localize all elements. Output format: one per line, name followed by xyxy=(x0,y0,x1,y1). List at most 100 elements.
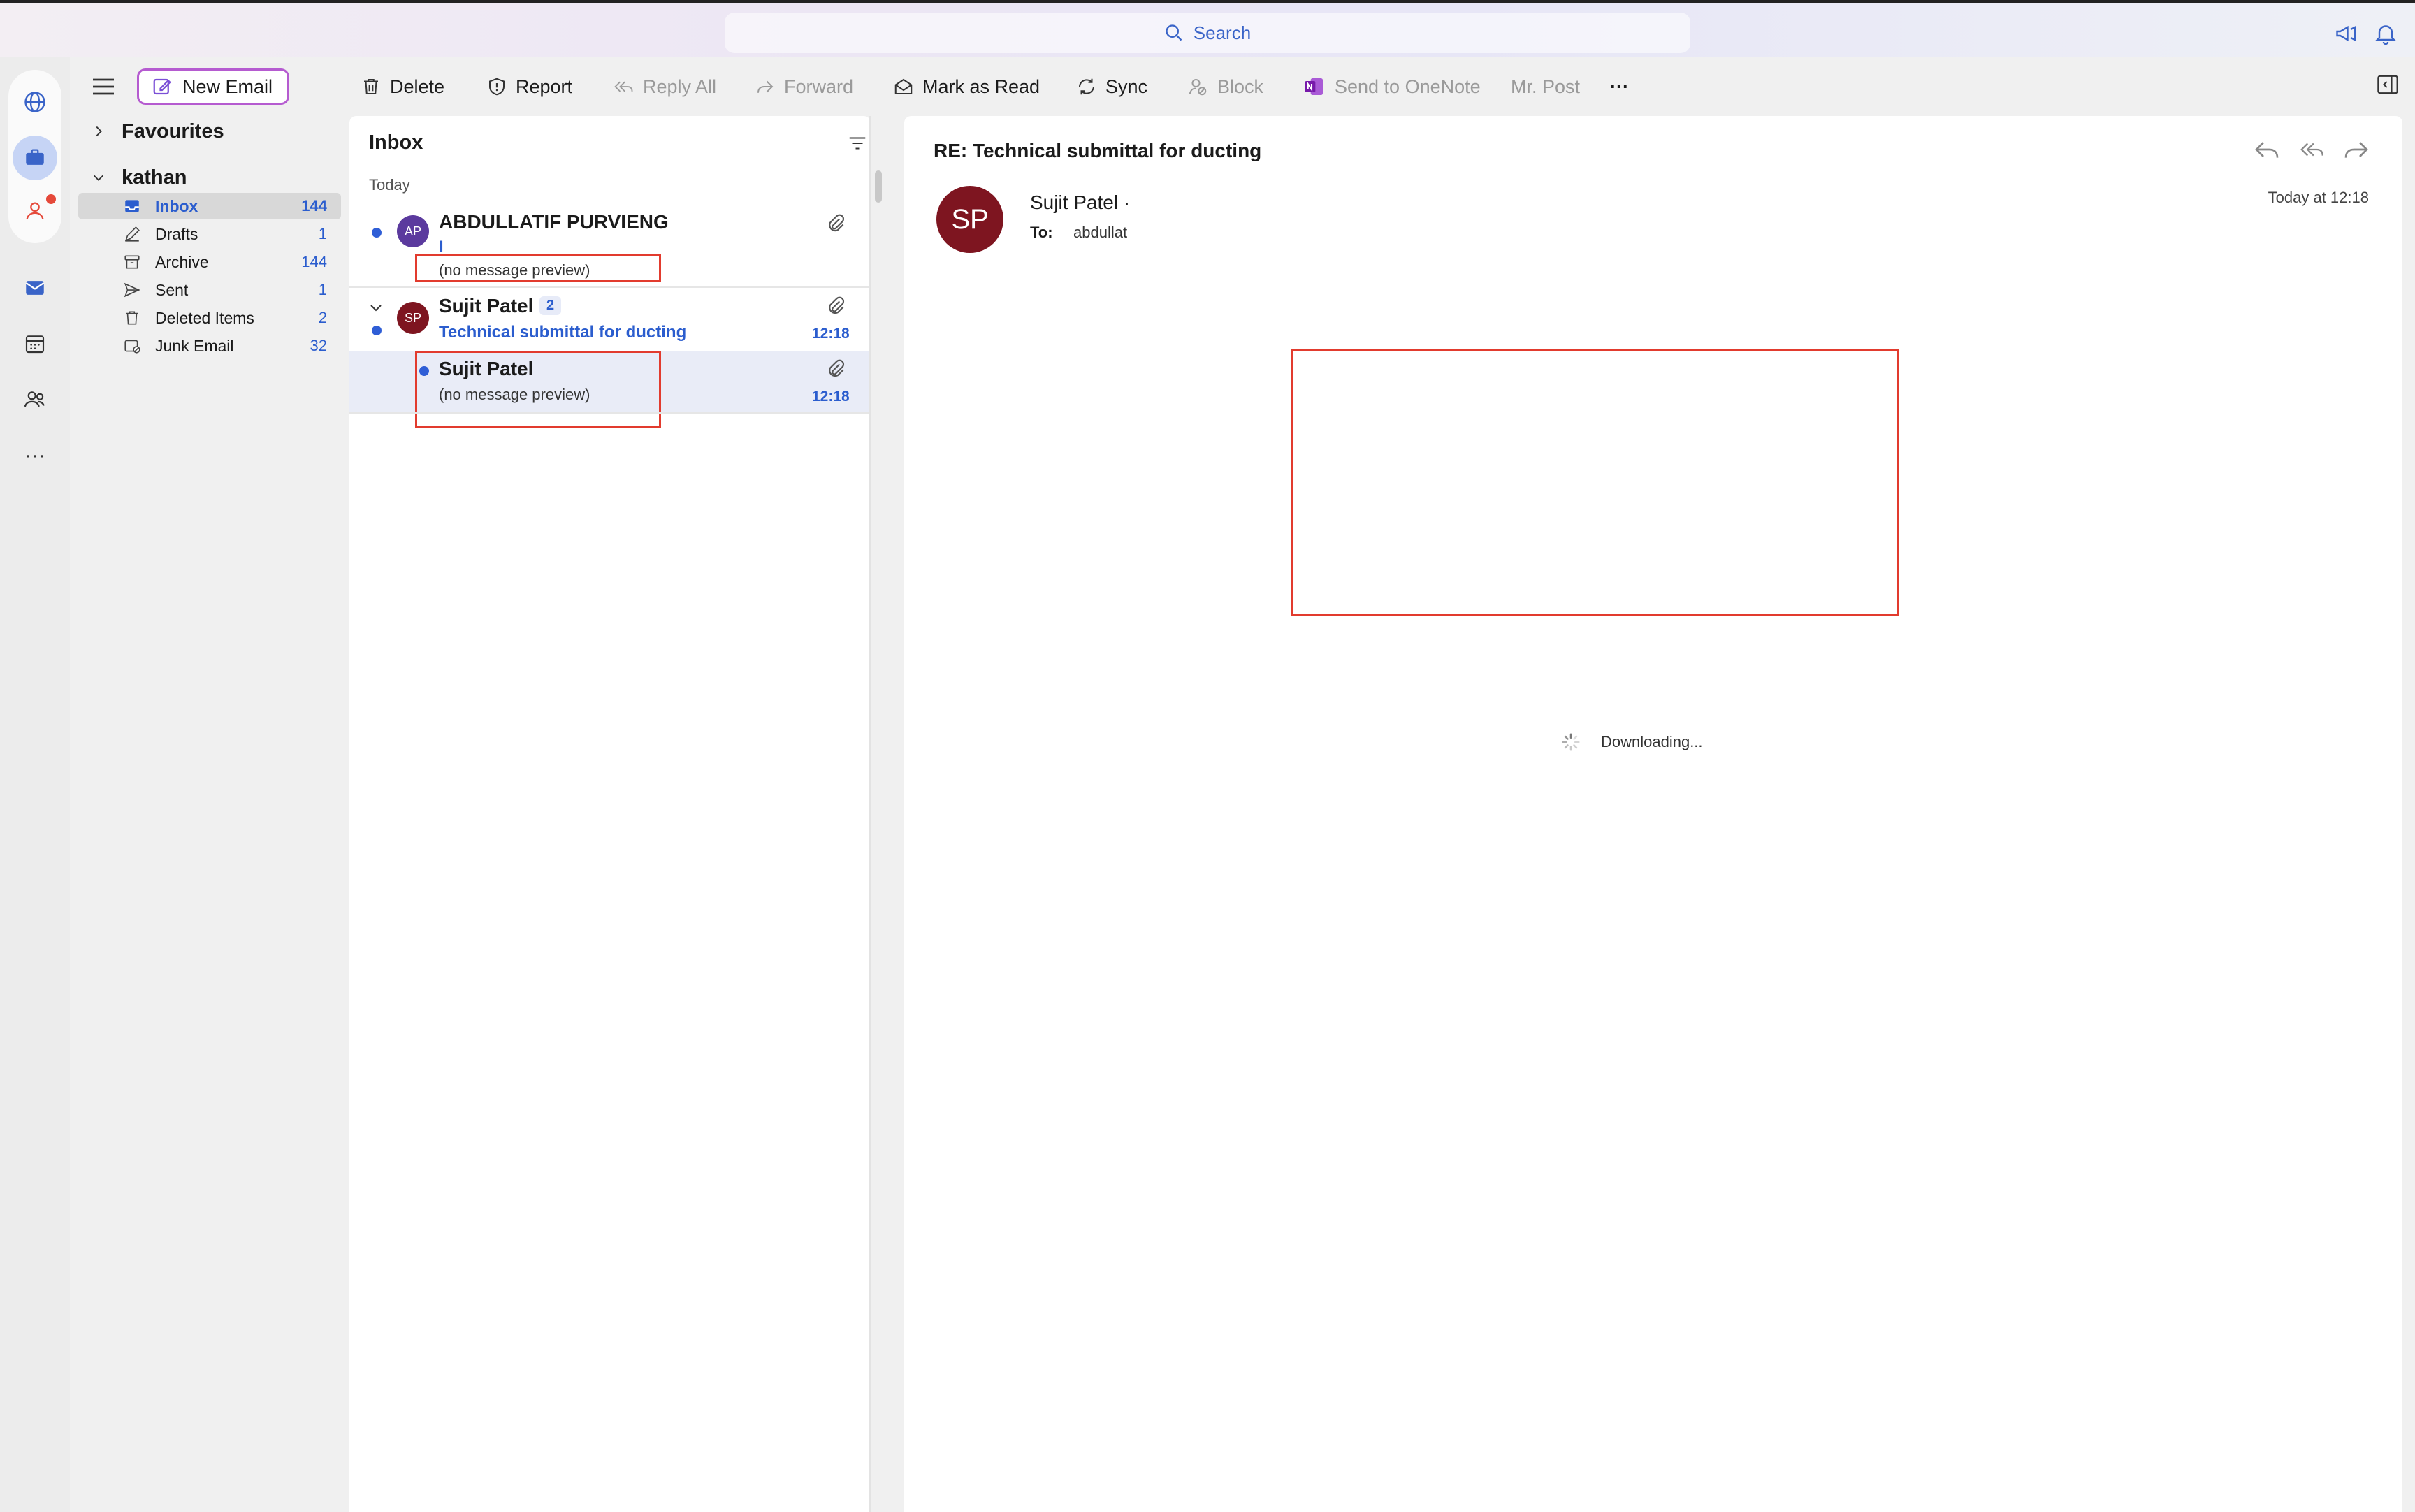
row-separator xyxy=(349,412,869,414)
bell-icon[interactable] xyxy=(2373,21,2398,46)
folder-junk-email[interactable]: Junk Email 32 xyxy=(78,333,341,359)
people-nav-button[interactable] xyxy=(21,386,49,414)
message-list-pane: Inbox Today AP ABDULLATIF PURVIENG I (no… xyxy=(349,116,882,1512)
forward-icon[interactable] xyxy=(2342,136,2370,163)
chevron-down-icon[interactable] xyxy=(368,299,384,316)
folder-archive[interactable]: Archive 144 xyxy=(78,249,341,275)
reply-all-icon[interactable] xyxy=(2298,136,2326,163)
favourites-label: Favourites xyxy=(122,119,224,143)
paperclip-icon xyxy=(829,359,845,377)
from-name[interactable]: Sujit Patel · xyxy=(1030,191,1130,214)
reply-all-icon xyxy=(614,81,633,92)
message-row-sujit-thread[interactable]: SP Sujit Patel 2 Technical submittal for… xyxy=(349,288,869,349)
list-scrollbar[interactable] xyxy=(875,170,882,203)
filter-icon[interactable] xyxy=(847,133,868,154)
unread-dot xyxy=(372,326,382,335)
delete-button[interactable]: Delete xyxy=(361,71,444,102)
search-icon xyxy=(1166,24,1182,41)
megaphone-icon[interactable] xyxy=(2334,21,2359,46)
folder-label: Inbox xyxy=(155,196,198,215)
people-icon xyxy=(24,391,45,407)
message-time: 12:18 xyxy=(812,326,850,342)
folder-pane: Favourites kathan Inbox 144 Drafts 1 Arc… xyxy=(70,116,347,1512)
mark-as-read-button[interactable]: Mark as Read xyxy=(893,71,1040,102)
reply-all-button[interactable]: Reply All xyxy=(612,71,716,102)
work-account-button[interactable] xyxy=(13,136,57,180)
new-email-button[interactable]: New Email xyxy=(137,68,289,105)
sender-avatar: SP xyxy=(936,186,1003,253)
toggle-pane-icon[interactable] xyxy=(2376,74,2400,95)
reading-pane: RE: Technical submittal for ducting SP S… xyxy=(904,116,2402,1512)
app-rail: ··· xyxy=(0,57,70,1512)
report-button[interactable]: Report xyxy=(486,71,572,102)
sync-icon xyxy=(1079,78,1094,95)
account-switcher xyxy=(8,70,61,243)
sender-name: ABDULLATIF PURVIENG xyxy=(439,211,669,233)
block-user-icon xyxy=(1189,79,1207,96)
archive-icon xyxy=(123,253,144,271)
briefcase-icon xyxy=(26,149,44,165)
forward-button[interactable]: Forward xyxy=(755,71,853,102)
globe-icon xyxy=(24,92,45,112)
globe-account-button[interactable] xyxy=(13,80,57,124)
trash-icon xyxy=(123,309,144,327)
reply-all-label: Reply All xyxy=(643,75,717,97)
person-icon xyxy=(26,202,44,219)
folder-count: 2 xyxy=(318,309,327,326)
mail-nav-button[interactable] xyxy=(21,274,49,302)
mr-post-button[interactable]: Mr. Post xyxy=(1511,71,1580,102)
folder-count: 1 xyxy=(318,281,327,298)
folder-sent[interactable]: Sent 1 xyxy=(78,277,341,303)
command-toolbar: New Email Delete Report Reply All Forwar… xyxy=(70,57,2415,116)
folder-label: Junk Email xyxy=(155,336,234,355)
more-apps-icon[interactable]: ··· xyxy=(21,442,49,470)
download-status: Downloading... xyxy=(1560,732,1703,753)
message-subject: Technical submittal for ducting xyxy=(439,323,687,342)
report-label: Report xyxy=(516,75,573,97)
delete-label: Delete xyxy=(390,75,445,97)
paperclip-icon xyxy=(829,296,845,314)
folder-label: Drafts xyxy=(155,224,198,243)
sent-icon xyxy=(123,281,144,299)
forward-label: Forward xyxy=(784,75,854,97)
mail-icon xyxy=(25,281,45,295)
folder-label: Sent xyxy=(155,280,189,299)
send-to-onenote-label: Send to OneNote xyxy=(1335,75,1481,97)
search-label: Search xyxy=(1193,22,1252,43)
more-actions-icon: ··· xyxy=(1610,75,1629,97)
folder-deleted-items[interactable]: Deleted Items 2 xyxy=(78,305,341,331)
calendar-nav-button[interactable] xyxy=(21,330,49,358)
favourites-section[interactable]: Favourites xyxy=(91,116,224,147)
sync-button[interactable]: Sync xyxy=(1076,71,1147,102)
account-section[interactable]: kathan xyxy=(91,162,187,193)
folder-inbox[interactable]: Inbox 144 xyxy=(78,193,341,219)
shield-alert-icon xyxy=(489,78,505,96)
send-to-onenote-button[interactable]: Send to OneNote xyxy=(1303,71,1481,102)
trash-icon xyxy=(364,79,378,94)
block-button[interactable]: Block xyxy=(1187,71,1263,102)
inbox-icon xyxy=(123,197,144,215)
forward-icon xyxy=(757,80,774,93)
folder-count: 32 xyxy=(310,337,327,354)
search-bar[interactable]: Search xyxy=(725,13,1690,53)
avatar: AP xyxy=(397,215,429,247)
highlight-box xyxy=(415,254,661,282)
message-row-sujit-selected[interactable]: Sujit Patel (no message preview) 12:18 xyxy=(349,351,869,428)
mark-as-read-label: Mark as Read xyxy=(922,75,1040,97)
hamburger-menu-icon[interactable] xyxy=(89,73,117,101)
highlight-box: Downloading... xyxy=(1291,349,1899,751)
email-subject: RE: Technical submittal for ducting xyxy=(934,140,1262,161)
drafts-icon xyxy=(123,225,144,243)
highlight-box xyxy=(415,351,661,428)
reply-icon[interactable] xyxy=(2253,136,2281,163)
more-actions-button[interactable]: ··· xyxy=(1610,71,1629,102)
folder-drafts[interactable]: Drafts 1 xyxy=(78,221,341,247)
account-label: kathan xyxy=(122,166,187,189)
block-label: Block xyxy=(1217,75,1264,97)
message-row-abdullatif[interactable]: AP ABDULLATIF PURVIENG I (no message pre… xyxy=(349,201,869,282)
new-email-label: New Email xyxy=(182,75,273,97)
to-recipient[interactable]: abdullat xyxy=(1073,224,1127,242)
list-divider xyxy=(869,116,871,1512)
unread-dot xyxy=(372,228,382,238)
notification-dot xyxy=(46,194,56,204)
